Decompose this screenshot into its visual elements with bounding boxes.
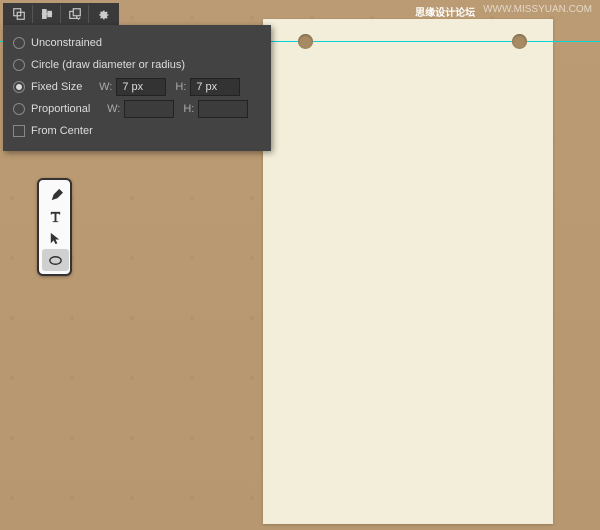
radio-icon xyxy=(13,59,25,71)
radio-icon xyxy=(13,81,25,93)
path-selection-tool-icon[interactable] xyxy=(42,227,69,249)
option-fixed-size[interactable]: Fixed Size W: H: xyxy=(13,76,261,98)
width-input[interactable] xyxy=(116,78,166,96)
width-input xyxy=(124,100,174,118)
pen-tool-icon[interactable] xyxy=(42,183,69,205)
width-label: W: xyxy=(96,81,112,93)
radio-icon xyxy=(13,103,25,115)
option-from-center[interactable]: From Center xyxy=(13,120,261,142)
punch-hole xyxy=(298,34,313,49)
width-label: W: xyxy=(104,103,120,115)
radio-icon xyxy=(13,37,25,49)
height-input[interactable] xyxy=(190,78,240,96)
gear-icon[interactable] xyxy=(89,5,117,23)
height-input xyxy=(198,100,248,118)
option-label: Circle (draw diameter or radius) xyxy=(31,59,185,71)
shape-options-panel: Unconstrained Circle (draw diameter or r… xyxy=(3,25,271,151)
type-tool-icon[interactable] xyxy=(42,205,69,227)
checkbox-icon xyxy=(13,125,25,137)
option-label: Proportional xyxy=(31,103,90,115)
watermark: 思缘设计论坛 WWW.MISSYUAN.COM xyxy=(415,4,592,19)
height-label: H: xyxy=(170,81,186,93)
paper-artboard xyxy=(263,19,553,524)
path-alignment-icon[interactable] xyxy=(33,5,61,23)
ellipse-tool-icon[interactable] xyxy=(42,249,69,271)
option-circle[interactable]: Circle (draw diameter or radius) xyxy=(13,54,261,76)
option-unconstrained[interactable]: Unconstrained xyxy=(13,32,261,54)
shape-options-toolbar xyxy=(3,3,119,25)
punch-hole xyxy=(512,34,527,49)
option-proportional[interactable]: Proportional W: H: xyxy=(13,98,261,120)
path-arrangement-icon[interactable] xyxy=(61,5,89,23)
floating-tool-panel xyxy=(37,178,72,276)
option-label: Fixed Size xyxy=(31,81,82,93)
path-operations-icon[interactable] xyxy=(5,5,33,23)
option-label: From Center xyxy=(31,125,93,137)
height-label: H: xyxy=(178,103,194,115)
option-label: Unconstrained xyxy=(31,37,102,49)
